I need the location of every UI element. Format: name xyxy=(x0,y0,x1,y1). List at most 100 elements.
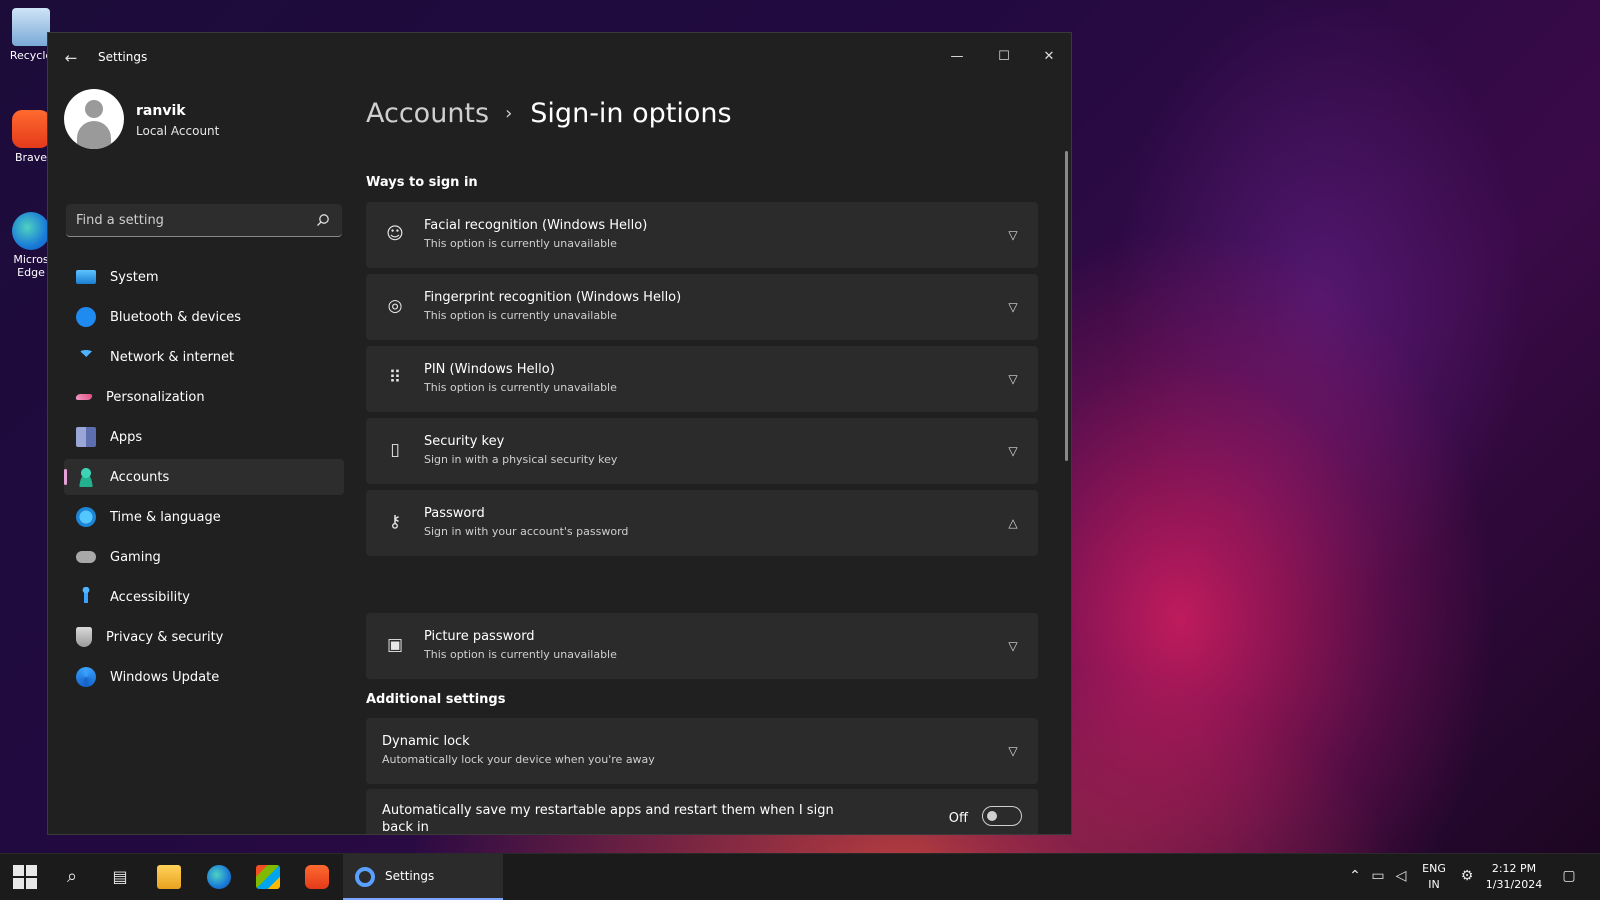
language-indicator[interactable]: ENG IN xyxy=(1418,861,1450,893)
clock[interactable]: 2:12 PM 1/31/2024 xyxy=(1484,861,1544,893)
accessibility-icon xyxy=(76,587,96,607)
option-subtitle: This option is currently unavailable xyxy=(424,648,617,661)
section-additional-settings: Additional settings xyxy=(366,692,506,707)
sidebar-item-label: Apps xyxy=(110,429,143,445)
password-expanded-panel xyxy=(366,557,1038,609)
edge-icon xyxy=(12,212,50,250)
taskbar: ⌕ ▤ Settings ⌃ ▭ ◁ ENG IN ⚙ 2:12 PM 1/31… xyxy=(0,853,1600,900)
signin-option-picture-password[interactable]: ▣ Picture password This option is curren… xyxy=(366,613,1038,679)
signin-option-pin[interactable]: ⠿ PIN (Windows Hello) This option is cur… xyxy=(366,346,1038,412)
signin-option-password[interactable]: ⚷ Password Sign in with your account's p… xyxy=(366,490,1038,556)
sidebar-item-label: Privacy & security xyxy=(106,629,224,645)
desktop-icon-label: Brave xyxy=(14,151,48,164)
key-icon: ⚷ xyxy=(388,512,402,532)
sidebar-item-accounts[interactable]: Accounts xyxy=(64,459,344,495)
sidebar-item-label: Time & language xyxy=(110,509,221,525)
clock-date: 1/31/2024 xyxy=(1485,878,1543,891)
gear-icon[interactable]: ⚙ xyxy=(1458,868,1476,884)
scrollbar[interactable] xyxy=(1065,151,1068,461)
breadcrumb-accounts[interactable]: Accounts xyxy=(366,98,489,129)
option-subtitle: This option is currently unavailable xyxy=(424,237,617,250)
task-view-icon[interactable]: ▤ xyxy=(108,865,132,889)
volume-muted-icon[interactable]: ◁ xyxy=(1392,868,1410,884)
sidebar-item-label: System xyxy=(110,269,159,285)
chevron-down-icon[interactable]: ▽ xyxy=(1002,224,1024,246)
sidebar-item-gaming[interactable]: Gaming xyxy=(64,539,344,575)
title-bar: ← Settings — ☐ ✕ xyxy=(48,33,1071,81)
sidebar-item-windows-update[interactable]: Windows Update xyxy=(64,659,344,695)
user-name: ranvik xyxy=(136,103,186,119)
maximize-button[interactable]: ☐ xyxy=(981,41,1027,73)
language-code: ENG xyxy=(1422,862,1446,875)
brave-icon[interactable] xyxy=(305,865,329,889)
minimize-button[interactable]: — xyxy=(934,41,980,73)
fingerprint-icon: ◎ xyxy=(387,296,403,316)
chevron-down-icon[interactable]: ▽ xyxy=(1002,740,1024,762)
sidebar-item-personalization[interactable]: Personalization xyxy=(64,379,344,415)
sidebar-item-label: Windows Update xyxy=(110,669,220,685)
chevron-down-icon[interactable]: ▽ xyxy=(1002,440,1024,462)
desktop-icon-label: Micros Edge xyxy=(13,253,49,279)
page-title: Sign-in options xyxy=(530,97,732,129)
desktop-icon-label: Recycle xyxy=(9,49,53,62)
sidebar-item-label: Accounts xyxy=(110,469,170,485)
search-icon[interactable]: ⌕ xyxy=(60,865,84,889)
back-arrow-icon[interactable]: ← xyxy=(60,47,82,69)
option-subtitle: This option is currently unavailable xyxy=(424,381,617,394)
chevron-down-icon[interactable]: ▽ xyxy=(1002,296,1024,318)
chevron-down-icon[interactable]: ▽ xyxy=(1002,635,1024,657)
sidebar-item-privacy[interactable]: Privacy & security xyxy=(64,619,344,655)
search-icon[interactable] xyxy=(316,213,330,227)
option-title: Password xyxy=(424,506,485,521)
notifications-icon[interactable]: ▢ xyxy=(1560,868,1578,884)
restart-apps-label: Automatically save my restartable apps a… xyxy=(382,803,834,835)
settings-window: ← Settings — ☐ ✕ ranvik Local Account Sy… xyxy=(47,32,1072,835)
person-icon xyxy=(76,467,96,487)
chevron-down-icon[interactable]: ▽ xyxy=(1002,368,1024,390)
gamepad-icon xyxy=(76,551,96,563)
option-title: Fingerprint recognition (Windows Hello) xyxy=(424,290,682,305)
file-explorer-icon[interactable] xyxy=(157,865,181,889)
sidebar-item-accessibility[interactable]: Accessibility xyxy=(64,579,344,615)
chevron-up-icon[interactable]: ⌃ xyxy=(1346,868,1364,884)
start-icon[interactable] xyxy=(13,865,37,889)
section-ways-to-sign-in: Ways to sign in xyxy=(366,175,478,190)
avatar xyxy=(64,89,124,149)
search-input[interactable] xyxy=(66,204,302,236)
sidebar-item-system[interactable]: System xyxy=(64,259,344,295)
sidebar-item-network[interactable]: Network & internet xyxy=(64,339,344,375)
option-title: Security key xyxy=(424,434,505,449)
option-title: Facial recognition (Windows Hello) xyxy=(424,218,648,233)
sidebar-item-apps[interactable]: Apps xyxy=(64,419,344,455)
sidebar-item-label: Accessibility xyxy=(110,589,190,605)
taskbar-settings-button[interactable]: Settings xyxy=(343,854,503,900)
system-icon xyxy=(76,270,96,284)
edge-icon[interactable] xyxy=(207,865,231,889)
sidebar-item-label: Network & internet xyxy=(110,349,235,365)
settings-gear-icon xyxy=(355,867,375,887)
keypad-icon: ⠿ xyxy=(388,368,402,388)
wifi-icon xyxy=(76,350,96,364)
store-icon[interactable] xyxy=(256,865,280,889)
signin-option-security-key[interactable]: ▯ Security key Sign in with a physical s… xyxy=(366,418,1038,484)
picture-icon: ▣ xyxy=(386,635,404,655)
sidebar-item-bluetooth[interactable]: Bluetooth & devices xyxy=(64,299,344,335)
network-icon[interactable]: ▭ xyxy=(1369,868,1387,884)
signin-option-facial[interactable]: ☺ Facial recognition (Windows Hello) Thi… xyxy=(366,202,1038,268)
apps-icon xyxy=(76,427,96,447)
taskbar-app-label: Settings xyxy=(385,869,435,883)
option-subtitle: This option is currently unavailable xyxy=(424,309,617,322)
update-icon xyxy=(76,667,96,687)
main-content: Accounts › Sign-in options Ways to sign … xyxy=(366,81,1056,835)
chevron-up-icon[interactable]: △ xyxy=(1002,512,1024,534)
option-subtitle: Sign in with your account's password xyxy=(424,525,629,538)
option-subtitle: Automatically lock your device when you'… xyxy=(382,753,655,766)
restart-apps-toggle[interactable] xyxy=(982,806,1022,826)
signin-option-fingerprint[interactable]: ◎ Fingerprint recognition (Windows Hello… xyxy=(366,274,1038,340)
toggle-state-label: Off xyxy=(948,811,968,826)
account-type: Local Account xyxy=(136,124,220,138)
dynamic-lock-setting[interactable]: Dynamic lock Automatically lock your dev… xyxy=(366,718,1038,784)
sidebar-item-time-language[interactable]: Time & language xyxy=(64,499,344,535)
sidebar-nav: System Bluetooth & devices Network & int… xyxy=(64,259,344,699)
close-button[interactable]: ✕ xyxy=(1026,41,1071,73)
